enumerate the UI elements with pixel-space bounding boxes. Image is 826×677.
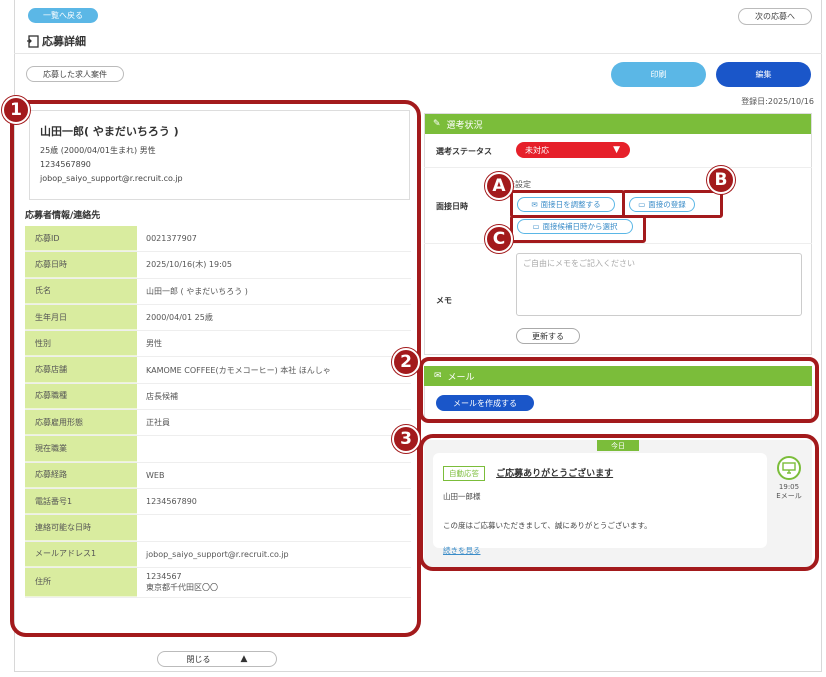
highlight-a <box>510 190 625 218</box>
memo-textarea[interactable]: ご自由にメモをご記入ください <box>516 253 802 316</box>
page-title: 応募詳細 <box>26 33 86 49</box>
selection-header-label: 選考状況 <box>446 120 483 131</box>
title-divider <box>14 53 822 54</box>
annotation-badge-2: 2 <box>392 348 420 376</box>
row-divider <box>424 243 812 244</box>
close-label: 閉じる <box>186 654 211 664</box>
status-select[interactable]: 未対応 ▼ <box>516 142 630 158</box>
document-icon <box>27 34 39 48</box>
edit-button[interactable]: 編集 <box>716 62 811 87</box>
interview-label: 面接日時 <box>436 202 468 211</box>
annotation-badge-1: 1 <box>2 96 30 124</box>
status-value: 未対応 <box>525 145 549 155</box>
chevron-up-icon: ▲ <box>240 654 248 664</box>
applied-job-button[interactable]: 応募した求人案件 <box>26 66 124 82</box>
highlight-c <box>510 215 646 243</box>
print-button[interactable]: 印刷 <box>611 62 706 87</box>
caret-down-icon: ▼ <box>613 145 620 155</box>
row-divider <box>424 167 812 168</box>
pencil-icon: ✎ <box>433 119 441 129</box>
selection-header: ✎ 選考状況 <box>425 114 811 134</box>
registered-date: 登録日:2025/10/16 <box>741 97 814 106</box>
annotation-badge-b: B <box>707 166 735 194</box>
annotation-badge-c: C <box>485 225 513 253</box>
back-to-list-button[interactable]: 一覧へ戻る <box>28 8 98 23</box>
memo-label: メモ <box>436 296 452 305</box>
highlight-b <box>622 190 723 218</box>
update-button[interactable]: 更新する <box>516 328 580 344</box>
close-details-button[interactable]: 閉じる ▲ <box>157 651 277 667</box>
annotation-badge-a: A <box>485 172 513 200</box>
highlight-2 <box>419 357 819 423</box>
status-label: 選考ステータス <box>436 147 492 156</box>
highlight-3 <box>419 434 819 571</box>
highlight-1 <box>10 100 421 637</box>
page-title-text: 応募詳細 <box>42 35 86 48</box>
annotation-badge-3: 3 <box>392 425 420 453</box>
next-application-button[interactable]: 次の応募へ <box>738 8 812 25</box>
